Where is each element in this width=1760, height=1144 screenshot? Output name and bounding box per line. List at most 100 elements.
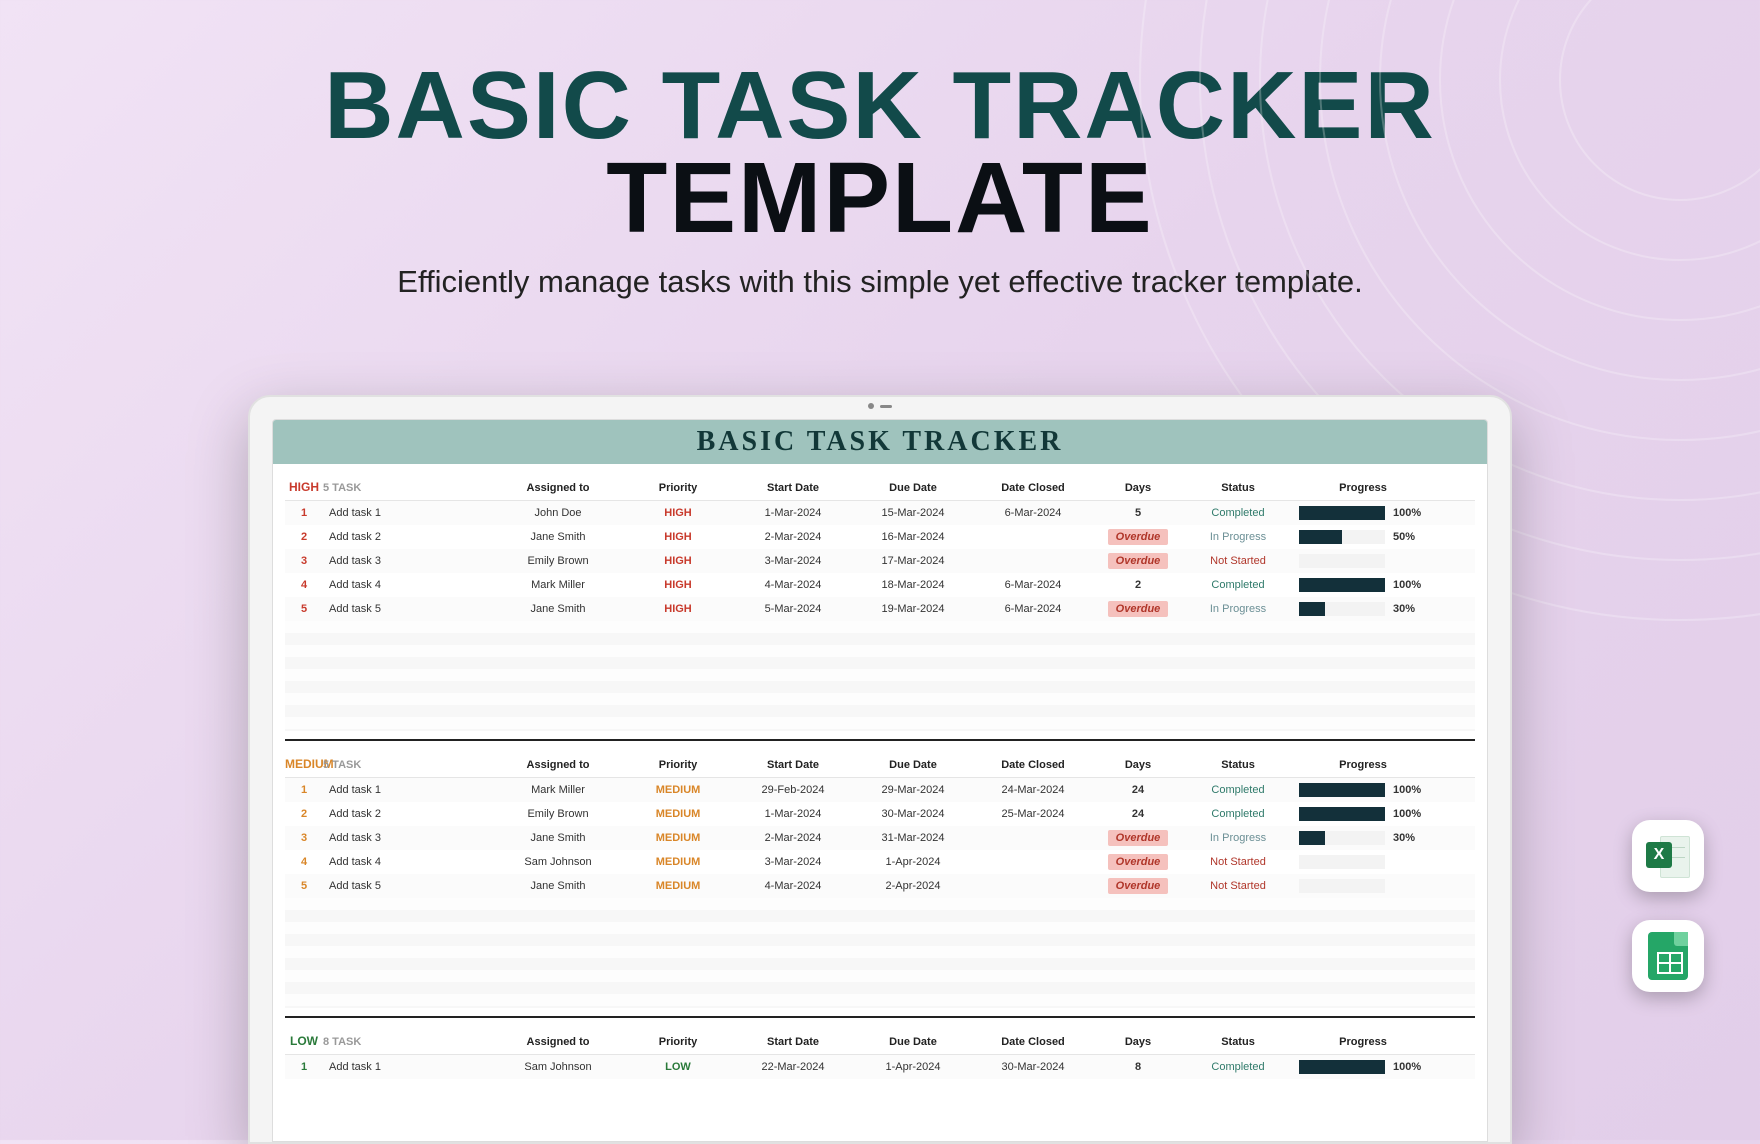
cell-progress: 100%: [1293, 1060, 1433, 1074]
table-row: 5Add task 5Jane SmithHIGH5-Mar-202419-Ma…: [285, 597, 1475, 621]
table-row: 4Add task 4Sam JohnsonMEDIUM3-Mar-20241-…: [285, 850, 1475, 874]
cell-task: Add task 5: [323, 880, 493, 892]
progress-bar: [1299, 554, 1385, 568]
col-start: Start Date: [733, 759, 853, 771]
cell-priority: MEDIUM: [623, 880, 733, 892]
cell-status: Not Started: [1183, 880, 1293, 892]
cell-priority: HIGH: [623, 555, 733, 567]
progress-bar: [1299, 807, 1385, 821]
cell-priority: MEDIUM: [623, 808, 733, 820]
cell-closed: 30-Mar-2024: [973, 1061, 1093, 1073]
cell-index: 1: [285, 1061, 323, 1073]
cell-progress: 50%: [1293, 530, 1433, 544]
sheets-icon: [1648, 932, 1688, 980]
cell-status: Completed: [1183, 1061, 1293, 1073]
cell-start: 3-Mar-2024: [733, 856, 853, 868]
cell-status: In Progress: [1183, 832, 1293, 844]
cell-assigned: John Doe: [493, 507, 623, 519]
progress-percent: 100%: [1393, 784, 1421, 796]
col-status: Status: [1183, 1036, 1293, 1048]
cell-assigned: Jane Smith: [493, 880, 623, 892]
cell-days: 2: [1093, 579, 1183, 591]
progress-percent: 100%: [1393, 507, 1421, 519]
table-row: 1Add task 1John DoeHIGH1-Mar-202415-Mar-…: [285, 501, 1475, 525]
col-priority: Priority: [623, 1036, 733, 1048]
progress-percent: 100%: [1393, 808, 1421, 820]
cell-start: 5-Mar-2024: [733, 603, 853, 615]
hero: BASIC TASK TRACKER TEMPLATE Efficiently …: [0, 0, 1760, 300]
cell-start: 4-Mar-2024: [733, 579, 853, 591]
group-label: MEDIUM: [285, 757, 323, 771]
col-priority: Priority: [623, 759, 733, 771]
group-label: HIGH: [285, 480, 323, 494]
cell-progress: [1293, 855, 1433, 869]
cell-days: 8: [1093, 1061, 1183, 1073]
section-high: HIGH5 TASKAssigned toPriorityStart DateD…: [273, 464, 1487, 735]
cell-days: Overdue: [1093, 854, 1183, 870]
cell-due: 1-Apr-2024: [853, 1061, 973, 1073]
cell-assigned: Jane Smith: [493, 531, 623, 543]
sheet-title: BASIC TASK TRACKER: [273, 420, 1487, 464]
col-start: Start Date: [733, 482, 853, 494]
group-task-count: 5 TASK: [323, 482, 493, 494]
section-medium: MEDIUM5 TASKAssigned toPriorityStart Dat…: [273, 741, 1487, 1012]
title-line-2: TEMPLATE: [0, 151, 1760, 246]
col-due: Due Date: [853, 759, 973, 771]
cell-task: Add task 1: [323, 1061, 493, 1073]
cell-closed: 6-Mar-2024: [973, 603, 1093, 615]
progress-bar: [1299, 1060, 1385, 1074]
cell-task: Add task 5: [323, 603, 493, 615]
progress-bar: [1299, 879, 1385, 893]
col-status: Status: [1183, 482, 1293, 494]
cell-priority: LOW: [623, 1061, 733, 1073]
col-closed: Date Closed: [973, 1036, 1093, 1048]
col-priority: Priority: [623, 482, 733, 494]
cell-task: Add task 4: [323, 856, 493, 868]
screen: BASIC TASK TRACKER HIGH5 TASKAssigned to…: [272, 419, 1488, 1142]
cell-days: Overdue: [1093, 830, 1183, 846]
cell-priority: HIGH: [623, 579, 733, 591]
cell-due: 17-Mar-2024: [853, 555, 973, 567]
cell-task: Add task 3: [323, 555, 493, 567]
cell-status: Completed: [1183, 507, 1293, 519]
table-row: 5Add task 5Jane SmithMEDIUM4-Mar-20242-A…: [285, 874, 1475, 898]
cell-task: Add task 4: [323, 579, 493, 591]
progress-bar: [1299, 783, 1385, 797]
cell-closed: 25-Mar-2024: [973, 808, 1093, 820]
cell-status: In Progress: [1183, 531, 1293, 543]
table-row: 3Add task 3Jane SmithMEDIUM2-Mar-202431-…: [285, 826, 1475, 850]
col-closed: Date Closed: [973, 482, 1093, 494]
cell-closed: 6-Mar-2024: [973, 507, 1093, 519]
col-progress: Progress: [1293, 1036, 1433, 1048]
cell-due: 29-Mar-2024: [853, 784, 973, 796]
cell-due: 18-Mar-2024: [853, 579, 973, 591]
cell-start: 2-Mar-2024: [733, 531, 853, 543]
cell-due: 1-Apr-2024: [853, 856, 973, 868]
cell-days: 24: [1093, 808, 1183, 820]
cell-days: Overdue: [1093, 878, 1183, 894]
cell-days: Overdue: [1093, 601, 1183, 617]
cell-progress: 100%: [1293, 807, 1433, 821]
cell-start: 2-Mar-2024: [733, 832, 853, 844]
group-task-count: 5 TASK: [323, 759, 493, 771]
col-days: Days: [1093, 759, 1183, 771]
cell-assigned: Emily Brown: [493, 808, 623, 820]
col-assigned: Assigned to: [493, 482, 623, 494]
cell-priority: MEDIUM: [623, 856, 733, 868]
cell-start: 1-Mar-2024: [733, 507, 853, 519]
cell-status: Completed: [1183, 784, 1293, 796]
cell-start: 29-Feb-2024: [733, 784, 853, 796]
cell-days: Overdue: [1093, 553, 1183, 569]
cell-priority: HIGH: [623, 603, 733, 615]
progress-bar: [1299, 855, 1385, 869]
subtitle: Efficiently manage tasks with this simpl…: [0, 264, 1760, 300]
section-low: LOW8 TASKAssigned toPriorityStart DateDu…: [273, 1018, 1487, 1083]
cell-assigned: Sam Johnson: [493, 856, 623, 868]
cell-index: 2: [285, 808, 323, 820]
col-days: Days: [1093, 482, 1183, 494]
col-assigned: Assigned to: [493, 1036, 623, 1048]
cell-status: In Progress: [1183, 603, 1293, 615]
cell-task: Add task 2: [323, 531, 493, 543]
cell-days: 24: [1093, 784, 1183, 796]
cell-assigned: Emily Brown: [493, 555, 623, 567]
